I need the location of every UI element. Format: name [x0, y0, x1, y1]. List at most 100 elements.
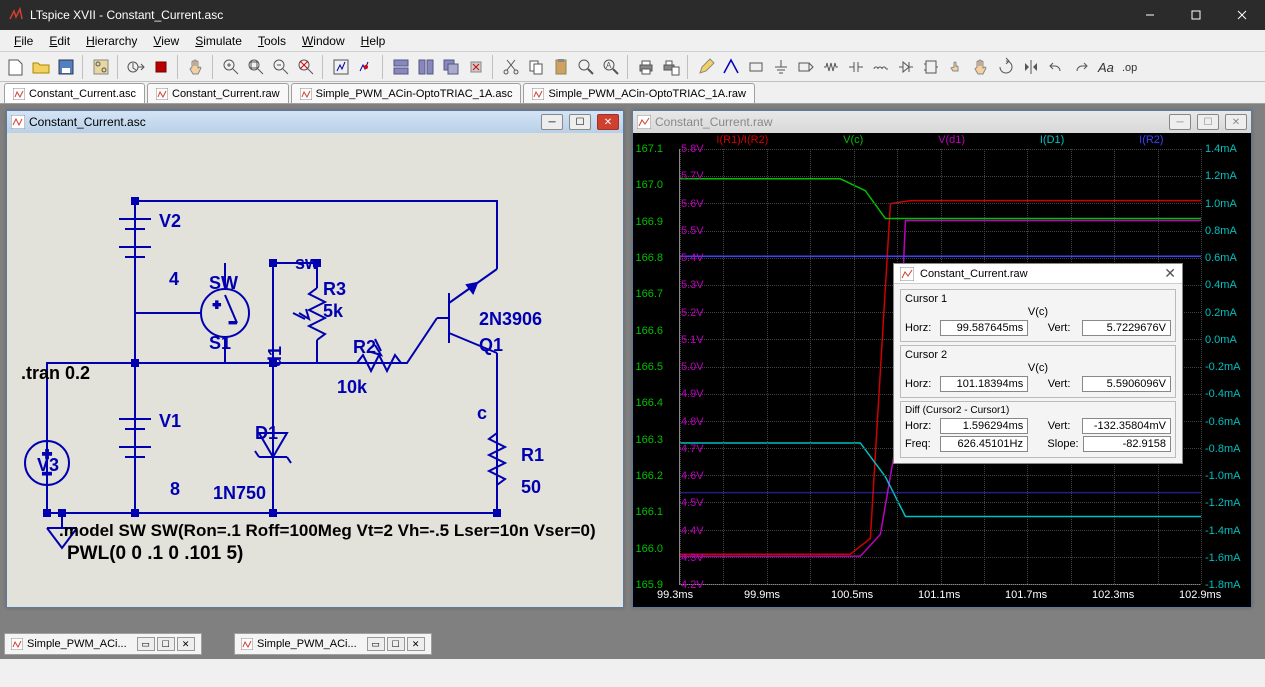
- label-r1-val[interactable]: 50: [521, 477, 541, 498]
- toolbar-cascade-button[interactable]: [439, 55, 463, 79]
- toolbar-ground-button[interactable]: [769, 55, 793, 79]
- child-close-button[interactable]: ✕: [597, 114, 619, 130]
- document-tab[interactable]: Constant_Current.asc: [4, 83, 145, 103]
- plot-window-titlebar[interactable]: Constant_Current.raw ─ ☐ ✕: [633, 111, 1251, 133]
- label-d1[interactable]: D1: [255, 423, 278, 444]
- toolbar-op-button[interactable]: .op: [1119, 55, 1143, 79]
- document-tab[interactable]: Simple_PWM_ACin-OptoTRIAC_1A.raw: [523, 83, 754, 103]
- schematic-window-titlebar[interactable]: Constant_Current.asc ─ ☐ ✕: [7, 111, 623, 133]
- minimize-button[interactable]: [1127, 0, 1173, 30]
- toolbar-hand-button[interactable]: [184, 55, 208, 79]
- label-v1-val[interactable]: 8: [170, 479, 180, 500]
- toolbar-run-button[interactable]: [124, 55, 148, 79]
- net-sw[interactable]: sw: [295, 253, 319, 274]
- child-maximize-button[interactable]: ☐: [1197, 114, 1219, 130]
- legend-entry[interactable]: V(c): [843, 134, 863, 148]
- legend-entry[interactable]: I(R2): [1139, 134, 1163, 148]
- toolbar-redo-button[interactable]: [1069, 55, 1093, 79]
- toolbar-find-button[interactable]: [574, 55, 598, 79]
- toolbar-zoom-in-button[interactable]: [219, 55, 243, 79]
- menu-help[interactable]: Help: [353, 32, 394, 50]
- toolbar-wire-button[interactable]: [719, 55, 743, 79]
- toolbar-pcb-button[interactable]: [89, 55, 113, 79]
- label-q1[interactable]: Q1: [479, 335, 503, 356]
- toolbar-res-button[interactable]: [819, 55, 843, 79]
- cursor-window-close[interactable]: ✕: [1164, 265, 1176, 282]
- document-tab[interactable]: Simple_PWM_ACin-OptoTRIAC_1A.asc: [291, 83, 522, 103]
- toolbar-zoom-undo-button[interactable]: [294, 55, 318, 79]
- min-max[interactable]: ☐: [157, 637, 175, 651]
- child-minimize-button[interactable]: ─: [1169, 114, 1191, 130]
- min-restore[interactable]: ▭: [137, 637, 155, 651]
- toolbar-close-all-button[interactable]: [464, 55, 488, 79]
- spice-pwl[interactable]: PWL(0 0 .1 0 .101 5): [67, 543, 243, 565]
- toolbar-copy-button[interactable]: [524, 55, 548, 79]
- toolbar-paste-button[interactable]: [549, 55, 573, 79]
- schematic-canvas[interactable]: + − + −: [7, 133, 623, 607]
- toolbar-cap-button[interactable]: [844, 55, 868, 79]
- label-s1[interactable]: S1: [209, 333, 231, 354]
- label-d1-model[interactable]: 1N750: [213, 483, 266, 504]
- toolbar-move-button[interactable]: [944, 55, 968, 79]
- menu-edit[interactable]: Edit: [41, 32, 78, 50]
- spice-model[interactable]: .model SW SW(Ron=.1 Roff=100Meg Vt=2 Vh=…: [59, 521, 596, 541]
- label-r2-val[interactable]: 10k: [337, 377, 367, 398]
- child-minimize-button[interactable]: ─: [541, 114, 563, 130]
- label-r3[interactable]: R3: [323, 279, 346, 300]
- close-button[interactable]: [1219, 0, 1265, 30]
- menu-window[interactable]: Window: [294, 32, 353, 50]
- cursor1-vert[interactable]: 5.7229676V: [1082, 320, 1171, 336]
- label-v3[interactable]: V3: [37, 455, 59, 476]
- toolbar-drag-button[interactable]: [969, 55, 993, 79]
- toolbar-rotate-button[interactable]: [994, 55, 1018, 79]
- waveform-viewer[interactable]: I(R1)/I(R2)V(c)V(d1)I(D1)I(R2): [633, 133, 1251, 607]
- toolbar-rect-button[interactable]: [744, 55, 768, 79]
- maximize-button[interactable]: [1173, 0, 1219, 30]
- cursor1-horz[interactable]: 99.587645ms: [940, 320, 1029, 336]
- toolbar-print-setup-button[interactable]: [659, 55, 683, 79]
- toolbar-new-button[interactable]: [4, 55, 28, 79]
- menu-tools[interactable]: Tools: [250, 32, 294, 50]
- child-maximize-button[interactable]: ☐: [569, 114, 591, 130]
- min-close[interactable]: ✕: [407, 637, 425, 651]
- menu-file[interactable]: File: [6, 32, 41, 50]
- label-r2[interactable]: R2: [353, 337, 376, 358]
- toolbar-tile-v-button[interactable]: [414, 55, 438, 79]
- label-v1[interactable]: V1: [159, 411, 181, 432]
- minimized-window[interactable]: Simple_PWM_ACi... ▭☐✕: [234, 633, 432, 655]
- toolbar-open-button[interactable]: [29, 55, 53, 79]
- toolbar-mark-button[interactable]: [354, 55, 378, 79]
- menu-view[interactable]: View: [145, 32, 187, 50]
- toolbar-stop-button[interactable]: [149, 55, 173, 79]
- toolbar-save-button[interactable]: [54, 55, 78, 79]
- min-max[interactable]: ☐: [387, 637, 405, 651]
- toolbar-ind-button[interactable]: [869, 55, 893, 79]
- document-tab[interactable]: Constant_Current.raw: [147, 83, 289, 103]
- cursor2-vert[interactable]: 5.5906096V: [1082, 376, 1171, 392]
- toolbar-zoom-out-button[interactable]: [269, 55, 293, 79]
- toolbar-tile-h-button[interactable]: [389, 55, 413, 79]
- toolbar-label-button[interactable]: [794, 55, 818, 79]
- legend-entry[interactable]: I(R1)/I(R2): [716, 134, 768, 148]
- child-close-button[interactable]: ✕: [1225, 114, 1247, 130]
- toolbar-cut-button[interactable]: [499, 55, 523, 79]
- min-close[interactable]: ✕: [177, 637, 195, 651]
- toolbar-text-button[interactable]: Aa: [1094, 55, 1118, 79]
- label-r1[interactable]: R1: [521, 445, 544, 466]
- legend-entry[interactable]: V(d1): [938, 134, 965, 148]
- toolbar-print-button[interactable]: [634, 55, 658, 79]
- label-r3-val[interactable]: 5k: [323, 301, 343, 322]
- spice-tran[interactable]: .tran 0.2: [21, 363, 90, 384]
- toolbar-pencil-button[interactable]: [694, 55, 718, 79]
- net-c[interactable]: c: [477, 403, 487, 424]
- net-d1[interactable]: d1: [265, 346, 286, 367]
- toolbar-zoom-fit-button[interactable]: [244, 55, 268, 79]
- label-v2[interactable]: V2: [159, 211, 181, 232]
- menu-simulate[interactable]: Simulate: [187, 32, 250, 50]
- label-v2-val[interactable]: 4: [169, 269, 179, 290]
- label-sw[interactable]: SW: [209, 273, 238, 294]
- min-restore[interactable]: ▭: [367, 637, 385, 651]
- toolbar-undo-button[interactable]: [1044, 55, 1068, 79]
- toolbar-mirror-button[interactable]: [1019, 55, 1043, 79]
- minimized-window[interactable]: Simple_PWM_ACi... ▭☐✕: [4, 633, 202, 655]
